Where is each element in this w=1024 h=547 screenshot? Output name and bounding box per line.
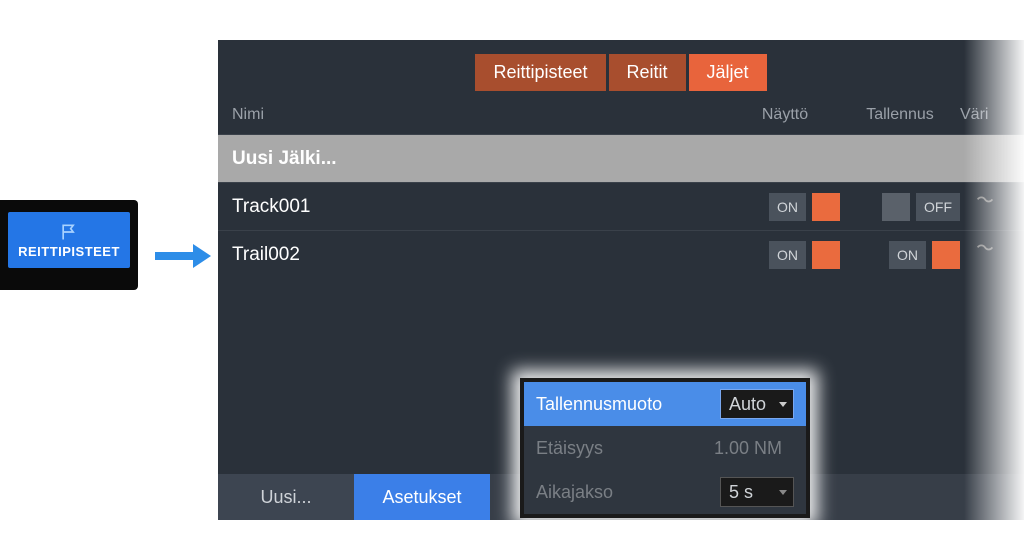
- arrow-icon: [155, 242, 211, 275]
- column-color: Väri: [960, 106, 1010, 124]
- edit-icon[interactable]: [974, 193, 996, 221]
- period-dropdown[interactable]: 5 s: [720, 477, 794, 507]
- chevron-down-icon: [777, 394, 789, 415]
- edit-icon[interactable]: [974, 241, 996, 269]
- save-toggle-label[interactable]: ON: [889, 241, 926, 269]
- settings-popup: Tallennusmuoto Auto Etäisyys 1.00 NM Aik…: [520, 378, 810, 518]
- period-value: 5 s: [729, 482, 753, 503]
- new-button[interactable]: Uusi...: [218, 474, 354, 520]
- new-trail-label: Uusi Jälki...: [232, 148, 1010, 170]
- settings-period-row[interactable]: Aikajakso 5 s: [524, 470, 806, 514]
- trail-name: Trail002: [232, 244, 730, 266]
- distance-label: Etäisyys: [536, 438, 714, 459]
- display-toggle-label[interactable]: ON: [769, 241, 806, 269]
- waypoints-menu-button[interactable]: REITTIPISTEET: [8, 212, 130, 268]
- column-save: Tallennus: [840, 106, 960, 124]
- tab-bar: Reittipisteet Reitit Jäljet: [218, 40, 1024, 96]
- display-toggle-swatch[interactable]: [812, 193, 840, 221]
- column-name: Nimi: [232, 106, 730, 124]
- settings-distance-row: Etäisyys 1.00 NM: [524, 426, 806, 470]
- distance-value: 1.00 NM: [714, 438, 794, 459]
- tab-routes[interactable]: Reitit: [609, 54, 686, 91]
- flag-icon: [59, 222, 79, 242]
- save-format-label: Tallennusmuoto: [536, 394, 720, 415]
- column-display: Näyttö: [730, 106, 840, 124]
- settings-save-format-row[interactable]: Tallennusmuoto Auto: [524, 382, 806, 426]
- settings-button[interactable]: Asetukset: [354, 474, 490, 520]
- table-row[interactable]: Track001 ON OFF: [218, 182, 1024, 230]
- save-toggle-swatch[interactable]: [932, 241, 960, 269]
- table-header: Nimi Näyttö Tallennus Väri: [218, 96, 1024, 134]
- tab-trails[interactable]: Jäljet: [689, 54, 767, 91]
- chevron-down-icon: [777, 482, 789, 503]
- display-toggle-label[interactable]: ON: [769, 193, 806, 221]
- table-row[interactable]: Trail002 ON ON: [218, 230, 1024, 278]
- period-label: Aikajakso: [536, 482, 720, 503]
- tab-waypoints[interactable]: Reittipisteet: [475, 54, 605, 91]
- save-toggle-swatch[interactable]: [882, 193, 910, 221]
- save-format-dropdown[interactable]: Auto: [720, 389, 794, 419]
- display-toggle-swatch[interactable]: [812, 241, 840, 269]
- save-toggle-label[interactable]: OFF: [916, 193, 960, 221]
- save-format-value: Auto: [729, 394, 766, 415]
- trail-name: Track001: [232, 196, 730, 218]
- side-menu-panel: REITTIPISTEET: [0, 200, 138, 290]
- waypoints-menu-label: REITTIPISTEET: [18, 244, 120, 259]
- new-trail-row[interactable]: Uusi Jälki...: [218, 134, 1024, 182]
